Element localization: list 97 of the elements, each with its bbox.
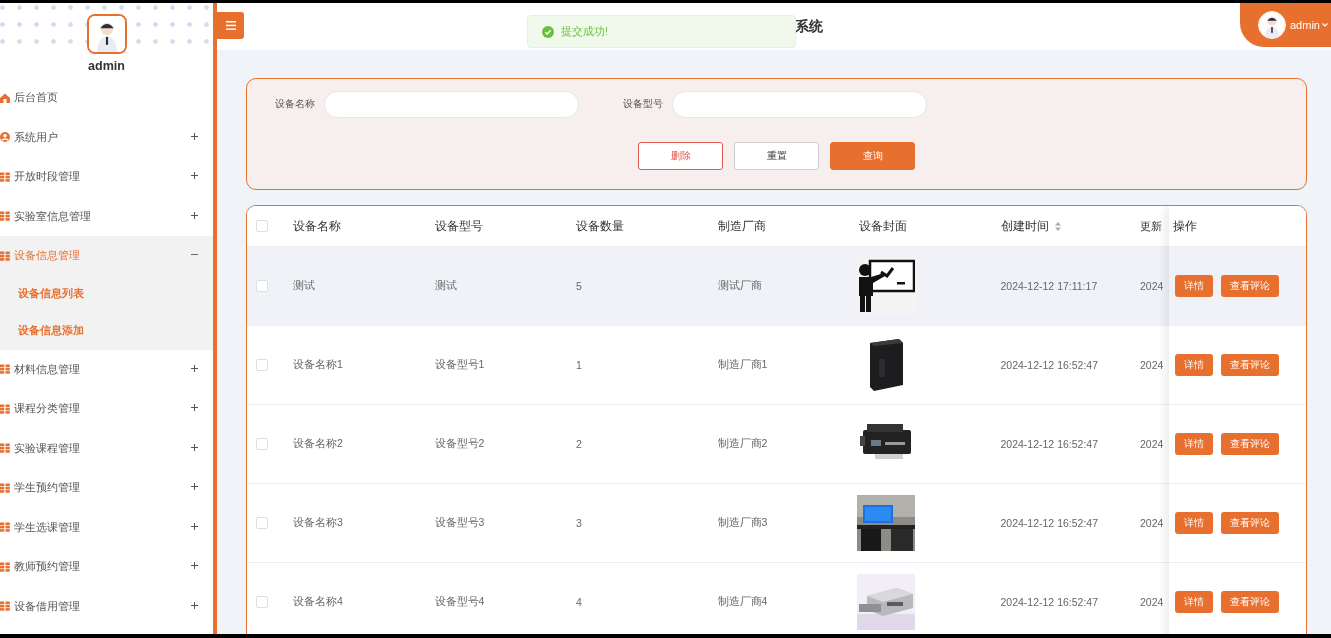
menu-item[interactable]: 实验课程管理 bbox=[0, 428, 213, 468]
menu-item[interactable]: 学生选课管理 bbox=[0, 507, 213, 547]
table-cell-text: 2024 bbox=[1139, 359, 1164, 371]
grid-icon bbox=[0, 250, 10, 261]
table-cell-text: 4 bbox=[575, 596, 583, 608]
user-name: admin bbox=[88, 59, 125, 73]
table-cell-text: 2 bbox=[575, 438, 583, 450]
table-cell-text: 设备名称3 bbox=[292, 516, 344, 530]
view-comments-button[interactable]: 查看评论 bbox=[1221, 275, 1279, 297]
expand-icon bbox=[191, 562, 198, 569]
expand-icon bbox=[191, 172, 198, 179]
menu-icon bbox=[225, 21, 236, 30]
row-checkbox[interactable] bbox=[256, 596, 268, 608]
column-header: 设备型号 bbox=[433, 217, 484, 235]
details-button[interactable]: 详情 bbox=[1175, 275, 1213, 297]
row-checkbox[interactable] bbox=[256, 438, 268, 450]
table-cell-text: 设备型号2 bbox=[433, 437, 486, 451]
table-cell-text: 制造厂商2 bbox=[716, 437, 769, 451]
avatar bbox=[88, 16, 125, 52]
view-comments-button[interactable]: 查看评论 bbox=[1221, 433, 1279, 455]
table-cell-text: 制造厂商3 bbox=[716, 516, 769, 530]
expand-icon bbox=[191, 211, 198, 219]
expand-icon bbox=[191, 364, 198, 372]
field-label: 设备名称 bbox=[275, 98, 315, 111]
table-cell-text: 设备型号1 bbox=[433, 358, 486, 372]
field-label: 设备型号 bbox=[623, 98, 663, 111]
column-header: 更新 bbox=[1139, 218, 1163, 234]
table-cell-text: 设备型号3 bbox=[433, 516, 486, 530]
delete-button[interactable]: 删除 bbox=[638, 142, 723, 170]
caret-icon bbox=[1321, 23, 1328, 27]
column-header[interactable]: 创建时间 bbox=[986, 217, 1128, 235]
view-comments-button[interactable]: 查看评论 bbox=[1221, 354, 1279, 376]
system-title: 系统 bbox=[795, 18, 823, 36]
table-cell-text: 3 bbox=[575, 517, 583, 529]
column-header: 设备名称 bbox=[292, 217, 342, 235]
reset-button[interactable]: 重置 bbox=[734, 142, 819, 170]
search-button[interactable]: 查询 bbox=[830, 142, 915, 170]
details-button[interactable]: 详情 bbox=[1175, 591, 1213, 613]
table-cell-text: 设备型号4 bbox=[433, 595, 486, 609]
table-cell-text: 2024-12-12 16:52:47 bbox=[999, 438, 1099, 450]
details-button[interactable]: 详情 bbox=[1175, 512, 1213, 534]
column-header: 设备数量 bbox=[575, 217, 625, 235]
table-cell-text: 设备名称1 bbox=[292, 358, 344, 372]
table-cell-text: 5 bbox=[575, 280, 583, 292]
table-cell-text: 2024-12-12 16:52:47 bbox=[999, 596, 1099, 608]
table-cell-text: 测试 bbox=[292, 279, 316, 293]
expand-icon bbox=[191, 483, 198, 490]
table-cell-text: 测试厂商 bbox=[716, 279, 763, 293]
submenu-item[interactable]: 设备信息添加 bbox=[0, 312, 213, 350]
select-all-checkbox[interactable] bbox=[256, 220, 268, 232]
table-cell-text: 设备名称2 bbox=[292, 437, 344, 451]
menu-item[interactable]: 开放时段管理 bbox=[0, 157, 213, 197]
table-cell-text: 2024-12-12 17:11:17 bbox=[999, 280, 1099, 292]
table-cell-text: 1 bbox=[575, 359, 583, 371]
table-cell-text: 2024 bbox=[1139, 280, 1164, 292]
check-circle-icon bbox=[542, 25, 554, 38]
row-checkbox[interactable] bbox=[256, 359, 268, 371]
menu-item[interactable]: 系统用户 bbox=[0, 117, 213, 157]
table-cell-text: 制造厂商1 bbox=[716, 358, 769, 372]
menu-item[interactable]: 材料信息管理 bbox=[0, 349, 213, 389]
menu-item[interactable]: 后台首页 bbox=[0, 78, 213, 118]
sort-icon[interactable] bbox=[1054, 221, 1061, 231]
menu-item[interactable]: 设备借用管理 bbox=[0, 586, 213, 626]
collapse-icon bbox=[191, 251, 198, 258]
table-cell-text: 制造厂商4 bbox=[716, 595, 769, 609]
expand-icon bbox=[191, 522, 198, 530]
table-cell-text: 2024-12-12 16:52:47 bbox=[999, 359, 1099, 371]
submenu-item[interactable]: 设备信息列表 bbox=[0, 275, 213, 313]
table-cell-text: 2024 bbox=[1139, 438, 1164, 450]
menu-item[interactable]: 课程分类管理 bbox=[0, 389, 213, 429]
details-button[interactable]: 详情 bbox=[1175, 354, 1213, 376]
table-cell-text: 2024 bbox=[1139, 596, 1164, 608]
row-checkbox[interactable] bbox=[256, 517, 268, 529]
input-field[interactable] bbox=[672, 91, 927, 118]
menu-toggle-button[interactable] bbox=[217, 12, 244, 39]
details-button[interactable]: 详情 bbox=[1175, 433, 1213, 455]
menu-item[interactable]: 设备信息管理 bbox=[0, 236, 213, 276]
menu-item[interactable]: 教师预约管理 bbox=[0, 547, 213, 587]
expand-icon bbox=[191, 404, 198, 411]
table-cell-text: 设备名称4 bbox=[292, 595, 344, 609]
table-cell-text: 2024-12-12 16:52:47 bbox=[999, 517, 1099, 529]
view-comments-button[interactable]: 查看评论 bbox=[1221, 591, 1279, 613]
table-cell-text: 2024 bbox=[1139, 517, 1164, 529]
row-checkbox[interactable] bbox=[256, 280, 268, 292]
column-header: 制造厂商 bbox=[716, 217, 767, 235]
expand-icon bbox=[191, 132, 198, 140]
toast-message: 提交成功! bbox=[561, 24, 608, 39]
menu-item[interactable]: 实验室信息管理 bbox=[0, 196, 213, 236]
user-menu[interactable]: admin bbox=[1240, 3, 1331, 47]
expand-icon bbox=[191, 443, 198, 451]
menu-item[interactable]: 学生预约管理 bbox=[0, 468, 213, 508]
view-comments-button[interactable]: 查看评论 bbox=[1221, 512, 1279, 534]
table-cell-text: 测试 bbox=[433, 279, 458, 293]
column-header: 设备封面 bbox=[858, 217, 908, 235]
input-field[interactable] bbox=[324, 91, 579, 118]
expand-icon bbox=[191, 601, 198, 609]
avatar bbox=[1259, 12, 1285, 38]
